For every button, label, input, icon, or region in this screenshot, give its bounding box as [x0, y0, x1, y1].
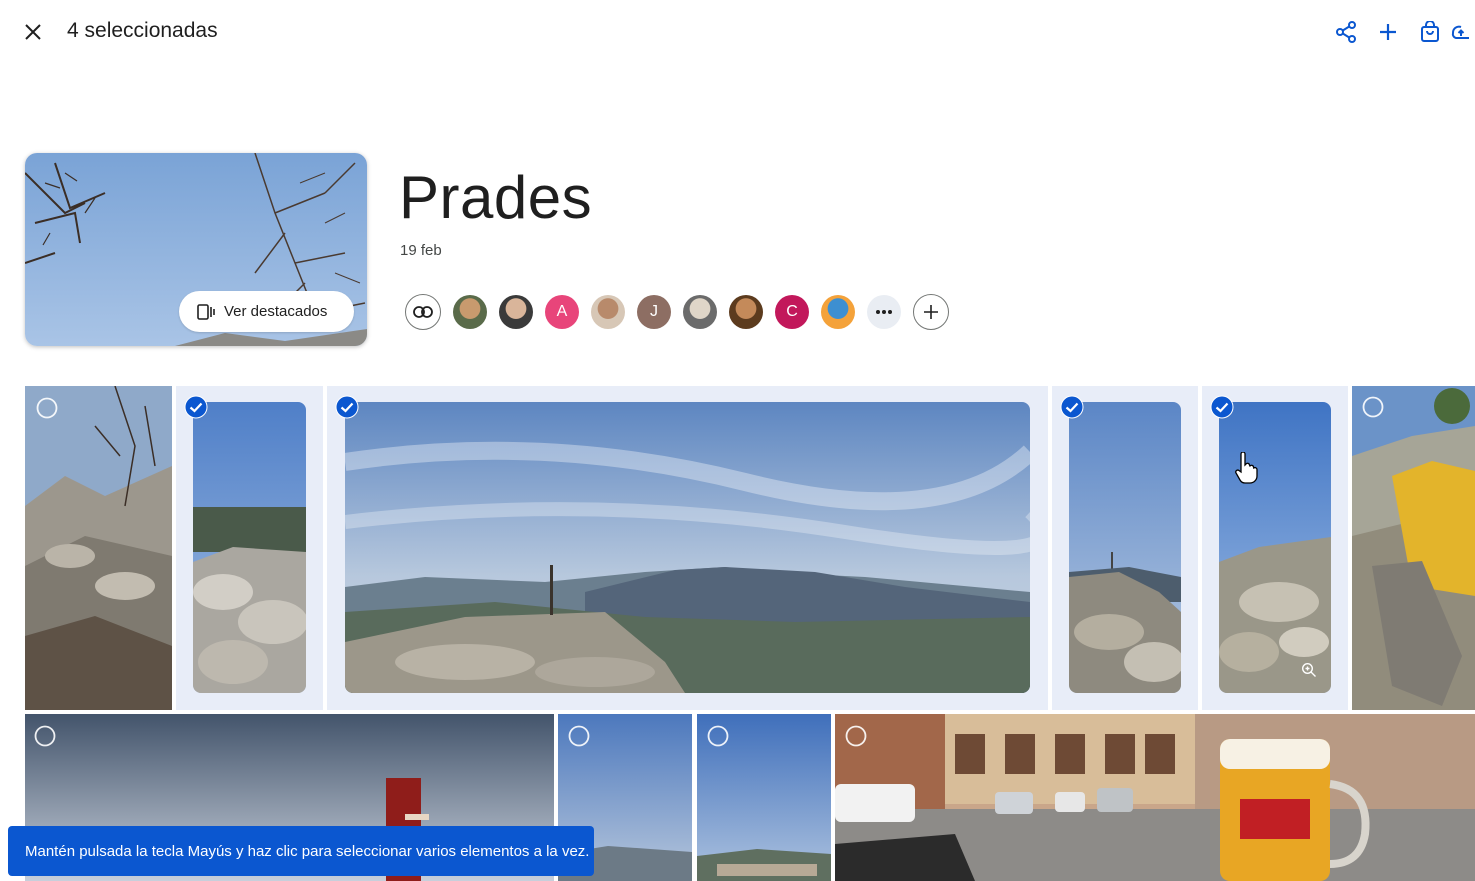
- photo-image: [1352, 386, 1475, 710]
- view-highlights-button[interactable]: Ver destacados: [179, 291, 354, 332]
- toast-message: Mantén pulsada la tecla Mayús y haz clic…: [25, 842, 590, 860]
- album-date[interactable]: 19 feb: [400, 242, 442, 259]
- photo-image: [25, 386, 172, 710]
- avatar[interactable]: A: [545, 295, 579, 329]
- photo-tile[interactable]: [327, 386, 1048, 710]
- unselected-circle-icon[interactable]: [567, 724, 591, 748]
- link-icon: [413, 306, 433, 318]
- avatar[interactable]: C: [775, 295, 809, 329]
- order-prints-button[interactable]: [1409, 16, 1451, 48]
- photo-image: [1219, 402, 1331, 693]
- backup-button[interactable]: [1451, 16, 1475, 48]
- share-button[interactable]: [1325, 16, 1367, 48]
- check-circle-icon[interactable]: [335, 395, 359, 419]
- check-circle-icon[interactable]: [1210, 395, 1234, 419]
- photo-tile[interactable]: [176, 386, 323, 710]
- avatar[interactable]: [453, 295, 487, 329]
- unselected-circle-icon[interactable]: [844, 724, 868, 748]
- shift-select-hint-toast: Mantén pulsada la tecla Mayús y haz clic…: [8, 826, 594, 876]
- selection-count: 4 seleccionadas: [67, 19, 218, 42]
- highlights-icon: [197, 303, 215, 320]
- avatar-letter: J: [650, 303, 658, 320]
- avatar[interactable]: [729, 295, 763, 329]
- album-cover[interactable]: Ver destacados: [25, 153, 367, 346]
- shared-with-row: A J C: [405, 294, 949, 330]
- photo-image: [1069, 402, 1181, 693]
- add-people-button[interactable]: [913, 294, 949, 330]
- close-icon: [25, 24, 41, 40]
- photo-image: [193, 402, 306, 693]
- unselected-circle-icon[interactable]: [1361, 395, 1385, 419]
- avatar[interactable]: J: [637, 295, 671, 329]
- add-icon: [1380, 24, 1396, 40]
- photo-image: [835, 714, 1475, 881]
- album-title[interactable]: Prades: [399, 163, 592, 232]
- avatar[interactable]: [499, 295, 533, 329]
- photo-tile[interactable]: [1202, 386, 1348, 710]
- avatar[interactable]: [683, 295, 717, 329]
- cloud-upload-icon: [1451, 25, 1469, 39]
- check-circle-icon[interactable]: [1060, 395, 1084, 419]
- unselected-circle-icon[interactable]: [706, 724, 730, 748]
- check-circle-icon[interactable]: [184, 395, 208, 419]
- share-icon: [1336, 21, 1356, 43]
- copy-link-button[interactable]: [405, 294, 441, 330]
- photo-tile[interactable]: [835, 714, 1475, 881]
- close-selection-button[interactable]: [18, 17, 48, 47]
- more-people-button[interactable]: [867, 295, 901, 329]
- photo-tile[interactable]: [1052, 386, 1198, 710]
- photo-tile[interactable]: [25, 386, 172, 710]
- add-icon: [924, 305, 938, 319]
- zoom-in-icon[interactable]: [1301, 662, 1317, 678]
- hand-cursor-icon: [1235, 452, 1258, 484]
- avatar-letter: A: [556, 303, 568, 320]
- photo-tile[interactable]: [1352, 386, 1475, 710]
- more-horiz-icon: [876, 310, 892, 314]
- photo-image: [345, 402, 1030, 693]
- add-button[interactable]: [1367, 16, 1409, 48]
- unselected-circle-icon[interactable]: [33, 724, 57, 748]
- avatar-letter: C: [786, 303, 798, 320]
- selection-toolbar: 4 seleccionadas: [0, 0, 1475, 64]
- unselected-circle-icon[interactable]: [35, 396, 59, 420]
- avatar[interactable]: [591, 295, 625, 329]
- view-highlights-label: Ver destacados: [224, 303, 328, 320]
- avatar[interactable]: [821, 295, 855, 329]
- photo-tile[interactable]: [697, 714, 831, 881]
- bag-icon: [1421, 21, 1439, 42]
